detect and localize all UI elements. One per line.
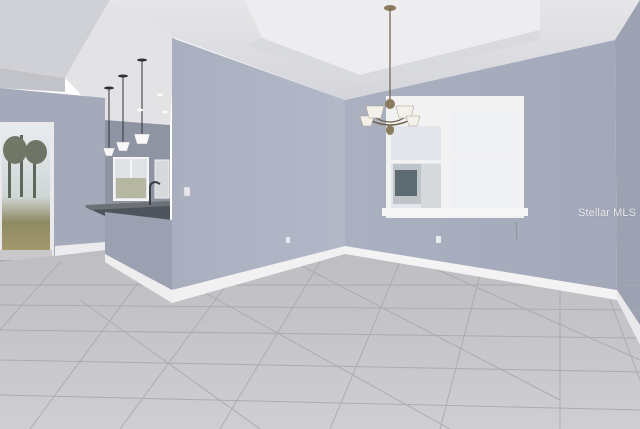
room-photo: Stellar MLS: [0, 0, 640, 429]
window-pane-right: [451, 110, 519, 208]
watermark: Stellar MLS: [578, 207, 636, 219]
light-switch: [183, 186, 191, 197]
window-sill: [382, 208, 528, 216]
outlet: [436, 236, 441, 243]
room-scene: [0, 0, 640, 429]
